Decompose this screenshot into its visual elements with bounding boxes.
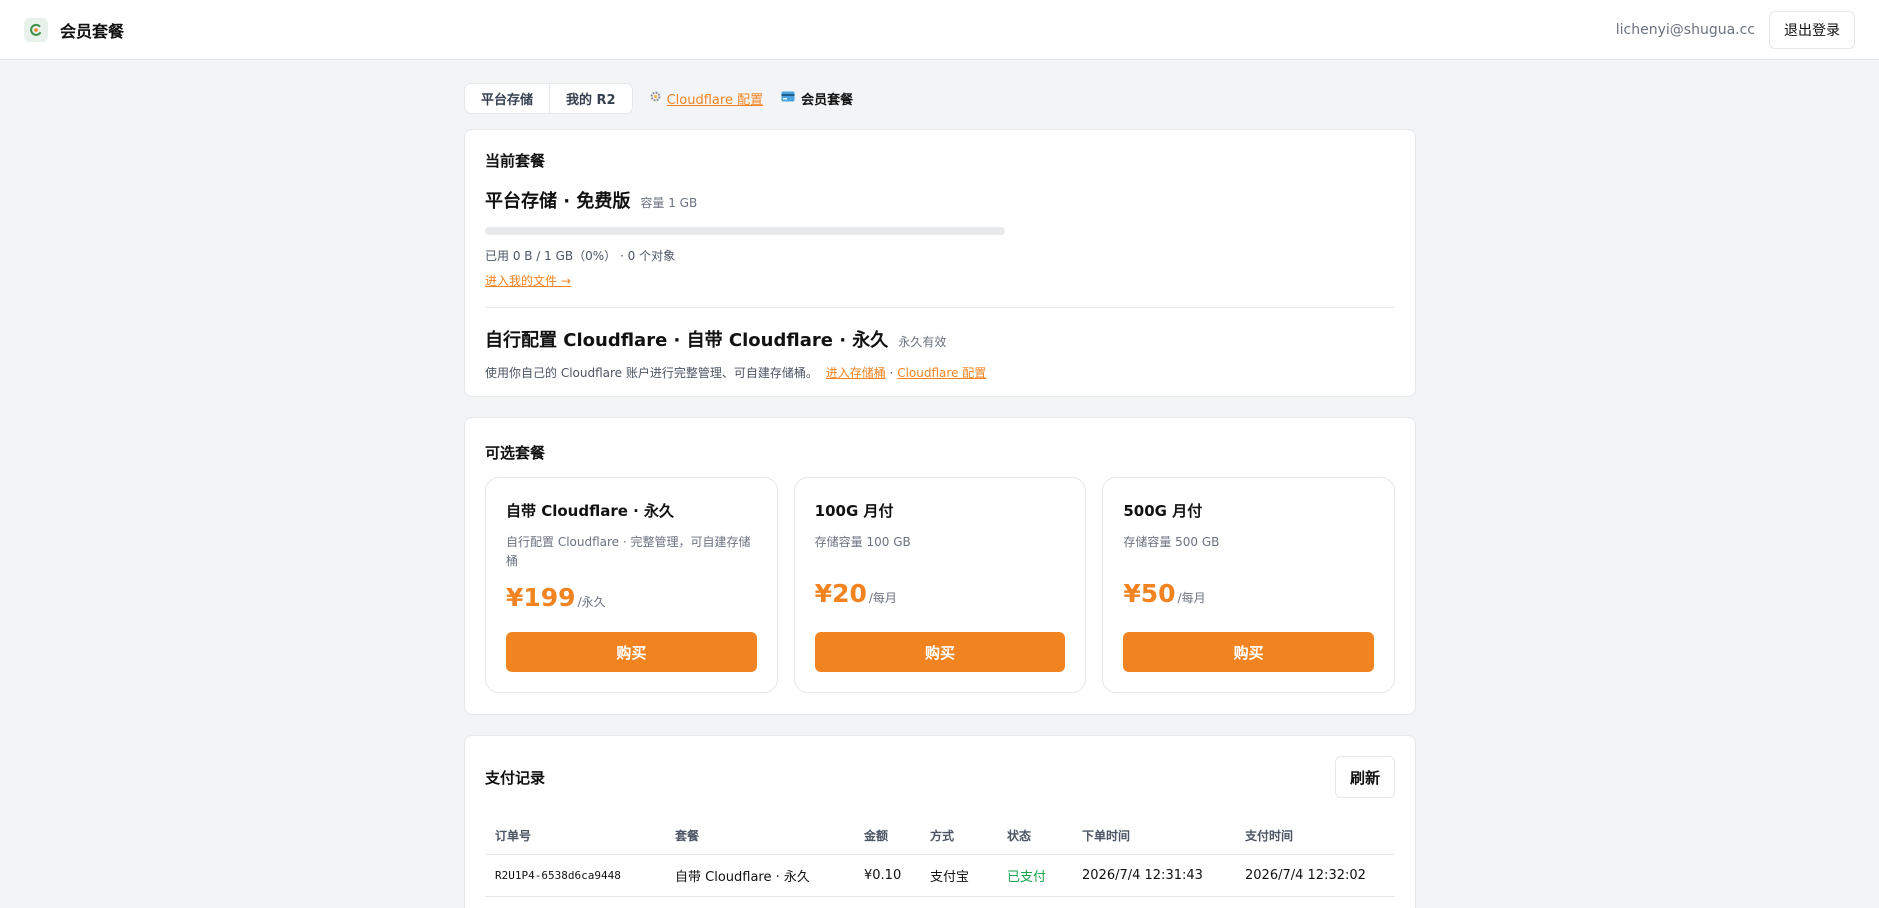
available-plans-card: 可选套餐 自带 Cloudflare · 永久 自行配置 Cloudflare … xyxy=(464,417,1416,715)
tab-cloudflare-config-label: Cloudflare 配置 xyxy=(666,93,764,108)
plan-price: ¥50 xyxy=(1123,579,1176,608)
plan-price: ¥20 xyxy=(814,579,867,608)
method-cell: 支付宝 xyxy=(920,854,997,897)
column-header-plan: 套餐 xyxy=(665,818,854,855)
current-plan-heading: 当前套餐 xyxy=(485,152,546,170)
tab-platform-storage[interactable]: 平台存储 xyxy=(465,84,549,113)
column-header-method: 方式 xyxy=(920,818,997,855)
order-time-cell: 2026/7/4 12:31:43 xyxy=(1072,854,1235,897)
plan-description: 自行配置 Cloudflare · 完整管理，可自建存储桶 xyxy=(506,535,751,568)
storage-buckets-link[interactable]: 进入存储桶 xyxy=(826,366,886,380)
buy-button[interactable]: 购买 xyxy=(1123,632,1375,672)
link-separator: · xyxy=(889,366,894,380)
plan-cell: 自带 Cloudflare · 永久 xyxy=(665,854,854,897)
app-logo-icon xyxy=(24,17,48,42)
self-hosted-validity: 永久有效 xyxy=(898,335,947,349)
table-header-row: 订单号 套餐 金额 方式 状态 下单时间 支付时间 xyxy=(485,818,1395,855)
plan-list: 自带 Cloudflare · 永久 自行配置 Cloudflare · 完整管… xyxy=(485,477,1396,693)
self-hosted-plan-title: 自行配置 Cloudflare · 自带 Cloudflare · 永久 xyxy=(485,330,889,351)
buy-button[interactable]: 购买 xyxy=(814,632,1066,672)
status-badge: 已支付 xyxy=(997,854,1072,897)
brand: 会员套餐 xyxy=(24,17,125,42)
paid-time-cell: 2026/7/4 12:32:02 xyxy=(1235,854,1395,897)
plan-card-self-cloudflare: 自带 Cloudflare · 永久 自行配置 Cloudflare · 完整管… xyxy=(485,477,778,693)
tab-membership-label: 会员套餐 xyxy=(801,93,854,108)
plan-price: ¥199 xyxy=(506,583,576,612)
plan-period: /每月 xyxy=(868,591,897,605)
user-email: lichenyi@shugua.cc xyxy=(1615,21,1755,38)
tab-membership[interactable]: 会员套餐 xyxy=(781,89,853,108)
usage-progress-bar xyxy=(485,227,1005,235)
plan-title: 100G 月付 xyxy=(814,502,894,520)
plan-period: /永久 xyxy=(577,595,606,609)
available-plans-heading: 可选套餐 xyxy=(485,444,546,462)
plan-price-row: ¥199 /永久 xyxy=(506,583,757,612)
column-header-amount: 金额 xyxy=(854,818,920,855)
column-header-paid-time: 支付时间 xyxy=(1235,818,1395,855)
user-area: lichenyi@shugua.cc 退出登录 xyxy=(1615,10,1855,49)
credit-card-icon xyxy=(781,91,795,106)
cloudflare-config-link[interactable]: Cloudflare 配置 xyxy=(897,366,986,380)
usage-text: 已用 0 B / 1 GB（0%） · 0 个对象 xyxy=(485,249,676,263)
table-row: R2U1P4-6538d6ca9448 自带 Cloudflare · 永久 ¥… xyxy=(485,854,1395,897)
plan-description: 存储容量 500 GB xyxy=(1123,535,1220,549)
plan-period: /每月 xyxy=(1177,591,1206,605)
plan-price-row: ¥50 /每月 xyxy=(1123,579,1374,608)
plan-description: 存储容量 100 GB xyxy=(814,535,911,549)
current-plan-card: 当前套餐 平台存储 · 免费版 容量 1 GB 已用 0 B / 1 GB（0%… xyxy=(464,129,1416,397)
plan-card-100g: 100G 月付 存储容量 100 GB ¥20 /每月 购买 xyxy=(793,477,1087,693)
column-header-order-id: 订单号 xyxy=(485,818,665,855)
plan-price-row: ¥20 /每月 xyxy=(815,579,1066,608)
payment-records-header: 支付记录 刷新 xyxy=(485,756,1395,798)
storage-segment: 平台存储 我的 R2 xyxy=(464,83,633,114)
self-hosted-description: 使用你自己的 Cloudflare 账户进行完整管理、可自建存储桶。 xyxy=(485,366,818,380)
payment-records-card: 支付记录 刷新 订单号 套餐 金额 方式 状态 下单时间 支付时间 R2U1P4… xyxy=(464,735,1416,908)
top-bar: 会员套餐 lichenyi@shugua.cc 退出登录 xyxy=(0,0,1879,60)
platform-plan-name: 平台存储 · 免费版 容量 1 GB xyxy=(485,187,1395,213)
payment-records-heading: 支付记录 xyxy=(485,768,546,787)
plan-title: 500G 月付 xyxy=(1123,502,1203,520)
platform-capacity: 容量 1 GB xyxy=(640,196,698,210)
refresh-button[interactable]: 刷新 xyxy=(1334,756,1395,798)
nav-tabs: 平台存储 我的 R2 Cloudflare 配置 会员套餐 xyxy=(464,83,1416,114)
self-hosted-description-row: 使用你自己的 Cloudflare 账户进行完整管理、可自建存储桶。 进入存储桶… xyxy=(485,364,1395,381)
divider xyxy=(485,307,1395,308)
tab-my-r2[interactable]: 我的 R2 xyxy=(549,84,632,113)
tab-cloudflare-config[interactable]: Cloudflare 配置 xyxy=(649,89,763,108)
my-files-link[interactable]: 进入我的文件 → xyxy=(485,274,571,288)
self-hosted-plan-name: 自行配置 Cloudflare · 自带 Cloudflare · 永久 永久有… xyxy=(485,326,1395,352)
column-header-order-time: 下单时间 xyxy=(1072,818,1235,855)
page-title: 会员套餐 xyxy=(60,21,125,41)
column-header-status: 状态 xyxy=(997,818,1072,855)
plan-card-500g: 500G 月付 存储容量 500 GB ¥50 /每月 购买 xyxy=(1102,477,1396,693)
platform-plan-title: 平台存储 · 免费版 xyxy=(485,191,631,212)
amount-cell: ¥0.10 xyxy=(854,854,920,897)
gear-icon xyxy=(649,90,662,107)
plan-title: 自带 Cloudflare · 永久 xyxy=(506,502,675,520)
main-content: 平台存储 我的 R2 Cloudflare 配置 会员套餐 当前套餐 平台存储 … xyxy=(464,83,1416,908)
payment-table: 订单号 套餐 金额 方式 状态 下单时间 支付时间 R2U1P4-6538d6c… xyxy=(485,818,1395,897)
buy-button[interactable]: 购买 xyxy=(506,632,757,672)
logout-button[interactable]: 退出登录 xyxy=(1769,10,1855,49)
order-id-cell: R2U1P4-6538d6ca9448 xyxy=(485,854,665,897)
